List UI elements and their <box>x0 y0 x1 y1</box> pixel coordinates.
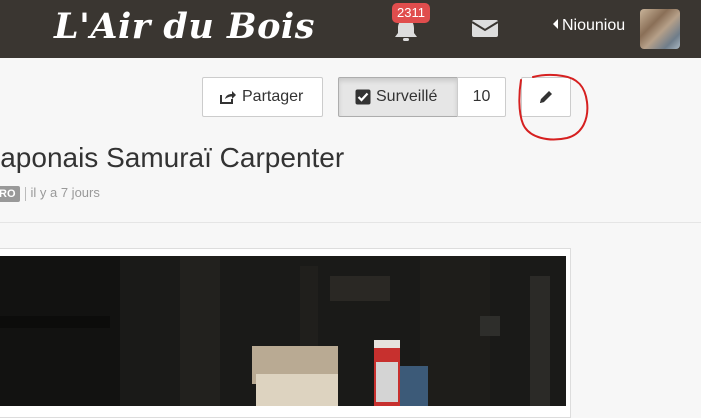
post-time: il y a 7 jours <box>30 185 100 200</box>
share-button[interactable]: Partager <box>202 77 323 117</box>
meta-divider <box>24 186 26 201</box>
site-logo[interactable]: L'Air du Bois <box>54 6 315 47</box>
notification-badge[interactable]: 2311 <box>392 3 430 23</box>
share-label: Partager <box>242 88 304 105</box>
user-menu[interactable]: Niouniou <box>553 17 625 35</box>
post-photo[interactable] <box>0 256 566 406</box>
username: Niouniou <box>562 17 626 34</box>
avatar[interactable] <box>640 9 680 49</box>
section-divider <box>0 222 701 223</box>
watch-toggle-button[interactable]: Surveillé <box>338 77 458 117</box>
checkbox-icon <box>355 89 371 105</box>
envelope-icon[interactable] <box>471 17 499 39</box>
post-title: japonais Samuraï Carpenter <box>0 142 345 173</box>
watch-count: 10 <box>457 77 506 117</box>
caret-left-icon <box>553 19 558 29</box>
watch-label: Surveillé <box>376 88 438 105</box>
category-tag[interactable]: RO <box>0 186 20 202</box>
annotation-circle <box>518 73 589 141</box>
post-meta: RO il y a 7 jours <box>0 185 100 202</box>
share-icon <box>220 90 236 104</box>
